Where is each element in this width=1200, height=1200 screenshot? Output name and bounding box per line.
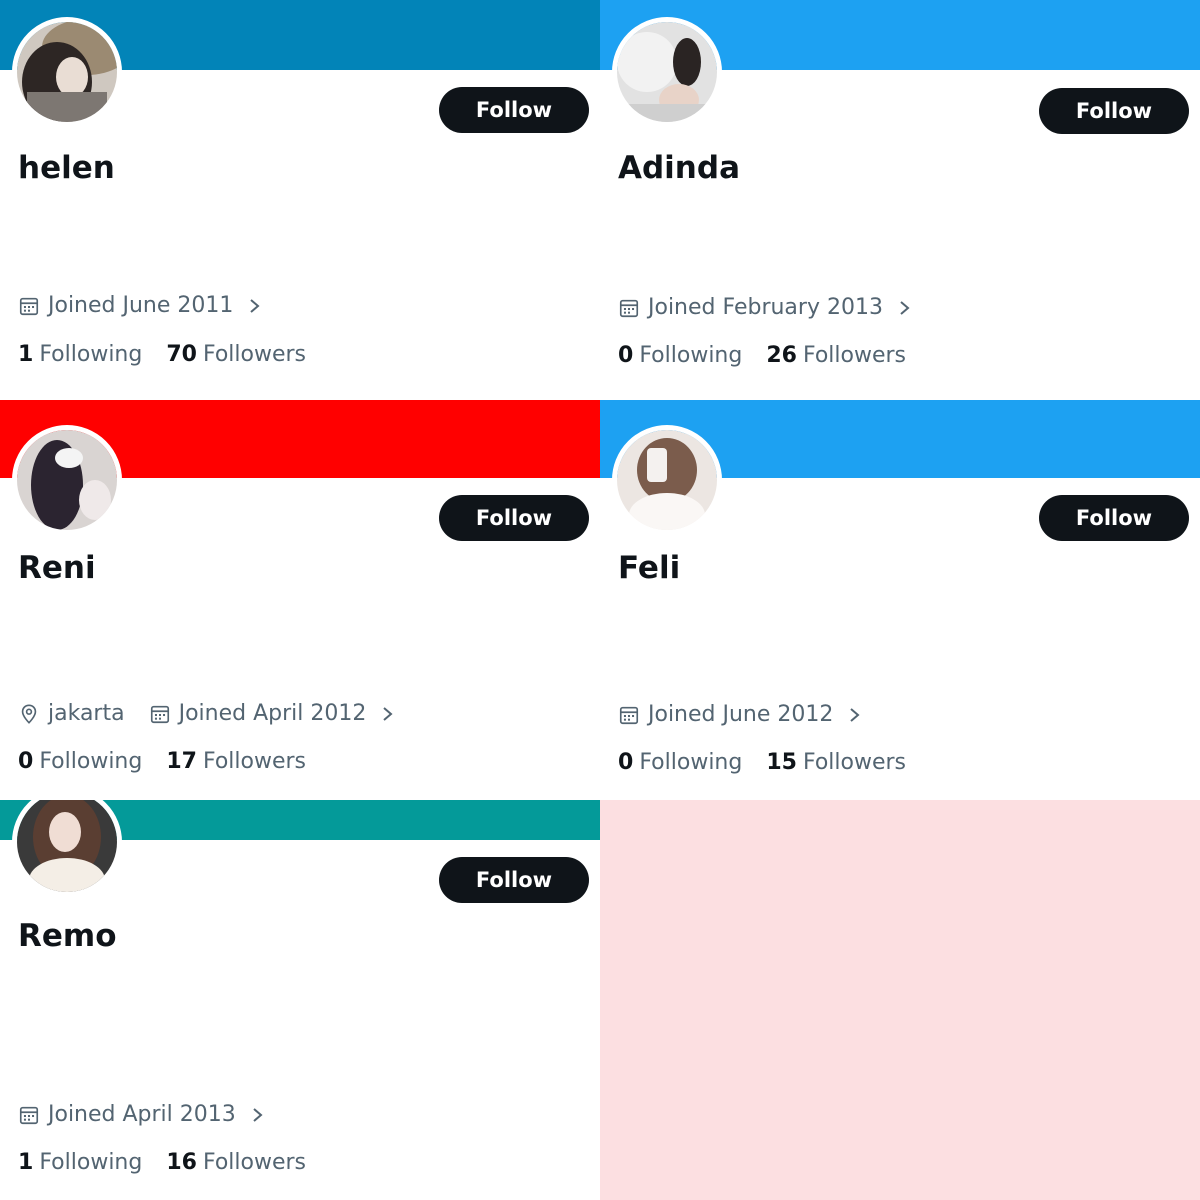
following-link[interactable]: 0 Following xyxy=(18,749,142,774)
joined-date: Joined April 2012 xyxy=(178,701,367,726)
avatar[interactable] xyxy=(612,425,722,535)
following-count: 0 xyxy=(618,750,634,775)
calendar-icon xyxy=(18,295,40,317)
chevron-right-icon[interactable] xyxy=(897,297,913,319)
display-name: Adinda xyxy=(618,150,740,186)
display-name: helen xyxy=(18,150,115,186)
follow-stats: 1 Following 70 Followers xyxy=(18,342,306,367)
display-name: Reni xyxy=(18,550,96,586)
profile-meta: jakarta Joined April 2012 xyxy=(18,701,396,726)
joined-date: Joined June 2012 xyxy=(648,702,834,727)
following-link[interactable]: 0 Following xyxy=(618,750,742,775)
profile-card-helen: Follow helen Joined June 2011 1 Followin… xyxy=(0,0,600,400)
followers-link[interactable]: 15 Followers xyxy=(766,750,906,775)
profile-card-reni: Follow Reni jakarta Joined April 2012 0 … xyxy=(0,400,600,800)
profile-card-feli: Follow Feli Joined June 2012 0 Following… xyxy=(600,400,1200,800)
following-label: Following xyxy=(39,342,143,367)
following-count: 0 xyxy=(618,343,634,368)
followers-link[interactable]: 26 Followers xyxy=(766,343,906,368)
followers-label: Followers xyxy=(202,749,307,774)
profile-meta: Joined June 2011 xyxy=(18,293,263,318)
avatar[interactable] xyxy=(12,17,122,127)
profile-card-adinda: Follow Adinda Joined February 2013 0 Fol… xyxy=(600,0,1200,400)
follow-button[interactable]: Follow xyxy=(439,495,589,541)
profile-meta: Joined February 2013 xyxy=(618,295,913,320)
location-pin-icon xyxy=(18,703,40,725)
following-link[interactable]: 1 Following xyxy=(18,342,142,367)
following-link[interactable]: 0 Following xyxy=(618,343,742,368)
following-label: Following xyxy=(39,749,143,774)
follow-button[interactable]: Follow xyxy=(439,87,589,133)
follow-stats: 0 Following 17 Followers xyxy=(18,749,306,774)
follow-stats: 0 Following 26 Followers xyxy=(618,343,906,368)
profile-grid: Follow helen Joined June 2011 1 Followin… xyxy=(0,0,1200,1200)
display-name: Feli xyxy=(618,550,681,586)
chevron-right-icon[interactable] xyxy=(380,703,396,725)
chevron-right-icon[interactable] xyxy=(250,1104,266,1126)
following-count: 1 xyxy=(18,342,34,367)
calendar-icon xyxy=(618,704,640,726)
chevron-right-icon[interactable] xyxy=(847,704,863,726)
following-link[interactable]: 1 Following xyxy=(18,1150,142,1175)
followers-count: 17 xyxy=(166,749,197,774)
follow-button[interactable]: Follow xyxy=(439,857,589,903)
following-label: Following xyxy=(639,750,743,775)
followers-label: Followers xyxy=(202,342,307,367)
profile-meta: Joined April 2013 xyxy=(18,1102,266,1127)
follow-button[interactable]: Follow xyxy=(1039,495,1189,541)
follow-stats: 0 Following 15 Followers xyxy=(618,750,906,775)
location-text: jakarta xyxy=(48,701,125,726)
avatar[interactable] xyxy=(12,425,122,535)
following-label: Following xyxy=(639,343,743,368)
display-name: Remo xyxy=(18,918,117,954)
profile-card-remo: Follow Remo Joined April 2013 1 Followin… xyxy=(0,800,600,1200)
calendar-icon xyxy=(618,297,640,319)
calendar-icon xyxy=(18,1104,40,1126)
chevron-right-icon[interactable] xyxy=(247,295,263,317)
followers-count: 15 xyxy=(766,750,797,775)
followers-link[interactable]: 17 Followers xyxy=(166,749,306,774)
joined-date: Joined June 2011 xyxy=(48,293,234,318)
joined-date: Joined April 2013 xyxy=(48,1102,236,1127)
followers-label: Followers xyxy=(802,750,907,775)
avatar[interactable] xyxy=(12,800,122,897)
followers-count: 26 xyxy=(766,343,797,368)
follow-stats: 1 Following 16 Followers xyxy=(18,1150,306,1175)
follow-button[interactable]: Follow xyxy=(1039,88,1189,134)
empty-panel xyxy=(600,800,1200,1200)
followers-label: Followers xyxy=(202,1150,307,1175)
followers-count: 70 xyxy=(166,342,197,367)
avatar[interactable] xyxy=(612,17,722,127)
calendar-icon xyxy=(149,703,171,725)
profile-meta: Joined June 2012 xyxy=(618,702,863,727)
following-count: 1 xyxy=(18,1150,34,1175)
followers-link[interactable]: 70 Followers xyxy=(166,342,306,367)
following-label: Following xyxy=(39,1150,143,1175)
followers-count: 16 xyxy=(166,1150,197,1175)
followers-link[interactable]: 16 Followers xyxy=(166,1150,306,1175)
joined-date: Joined February 2013 xyxy=(648,295,883,320)
following-count: 0 xyxy=(18,749,34,774)
followers-label: Followers xyxy=(802,343,907,368)
